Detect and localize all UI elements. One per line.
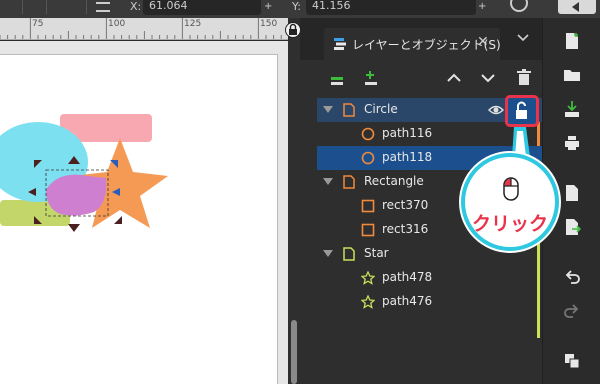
circle-object-icon (361, 151, 375, 165)
chevron-down-icon[interactable] (478, 68, 498, 88)
toolbar-separator (22, 0, 23, 14)
lock-ratio-icon[interactable] (510, 0, 528, 12)
print-icon[interactable] (563, 134, 581, 152)
new-document-icon[interactable] (563, 32, 581, 50)
layer-name: Circle (364, 102, 398, 116)
y-input[interactable]: 41.156 (306, 0, 476, 15)
x-input[interactable]: 61.064 (143, 0, 261, 15)
toolbar-separator (86, 0, 87, 14)
trash-icon[interactable] (514, 68, 534, 88)
expand-triangle-icon[interactable] (323, 250, 333, 257)
panel-tabbar: レイヤーとオブジェクト(S) ✕ (300, 18, 542, 60)
circle-object-icon (361, 127, 375, 141)
layer-name: Rectangle (364, 174, 424, 188)
more-button[interactable] (558, 0, 596, 14)
eye-icon[interactable] (488, 104, 504, 116)
save-icon[interactable] (563, 100, 581, 118)
chevron-up-icon[interactable] (444, 68, 464, 88)
object-name: path476 (382, 294, 433, 308)
add-layer-icon[interactable] (328, 68, 348, 88)
layer-icon (343, 103, 355, 117)
ruler-ticks (0, 18, 282, 39)
app-window: X: 61.064 + Y: 41.156 + 75 100 125 150 レ… (0, 0, 600, 384)
chevron-down-icon[interactable] (515, 30, 531, 46)
panel-toolbar (300, 60, 542, 94)
tool-controls-bar: X: 61.064 + Y: 41.156 + (0, 0, 600, 18)
redo-icon[interactable] (563, 302, 581, 320)
y-stepper-plus[interactable]: + (478, 1, 486, 12)
object-name: path118 (382, 150, 433, 164)
layers-icon (334, 38, 346, 50)
scrollbar-thumb[interactable] (291, 320, 297, 384)
star-object-icon (361, 295, 375, 309)
object-name: rect316 (382, 222, 429, 236)
object-name: path478 (382, 270, 433, 284)
expand-triangle-icon[interactable] (323, 178, 333, 185)
import-icon[interactable] (563, 184, 581, 202)
unlock-icon[interactable] (508, 98, 536, 124)
expand-triangle-icon[interactable] (323, 106, 333, 113)
drawing-artwork[interactable] (0, 100, 288, 240)
layer-icon (343, 247, 355, 261)
y-field-label: Y: (292, 0, 301, 13)
layer-icon (343, 175, 355, 189)
click-callout-bubble: クリック (461, 153, 559, 251)
layer-name: Star (364, 246, 389, 260)
chevron-left-icon (572, 2, 579, 12)
add-object-icon[interactable] (362, 68, 382, 88)
tab-layers-objects[interactable]: レイヤーとオブジェクト(S) ✕ (324, 28, 501, 60)
mouse-icon (503, 177, 519, 201)
lock-toggle-highlight[interactable] (505, 95, 539, 127)
callout-text: クリック (471, 213, 548, 235)
rect-object-icon (361, 199, 375, 213)
lock-guides-icon[interactable] (285, 22, 301, 38)
object-row-path478[interactable]: path478 (317, 266, 542, 290)
object-row-path476[interactable]: path476 (317, 290, 542, 314)
toolbar-separator (46, 0, 47, 14)
star-object-icon (361, 271, 375, 285)
canvas-vertical-scrollbar[interactable] (288, 18, 300, 384)
x-field-label: X: (130, 0, 142, 13)
horizontal-ruler[interactable]: 75 100 125 150 (0, 18, 288, 40)
object-name: path116 (382, 126, 433, 140)
close-icon[interactable]: ✕ (477, 34, 489, 50)
object-name: rect370 (382, 198, 429, 212)
align-icon[interactable] (96, 2, 110, 12)
rect-object-icon (361, 223, 375, 237)
duplicate-icon[interactable] (563, 352, 581, 370)
open-folder-icon[interactable] (563, 66, 581, 84)
undo-icon[interactable] (563, 268, 581, 286)
x-stepper-plus[interactable]: + (264, 1, 272, 12)
magenta-overlap[interactable] (46, 174, 107, 216)
export-icon[interactable] (563, 218, 581, 236)
